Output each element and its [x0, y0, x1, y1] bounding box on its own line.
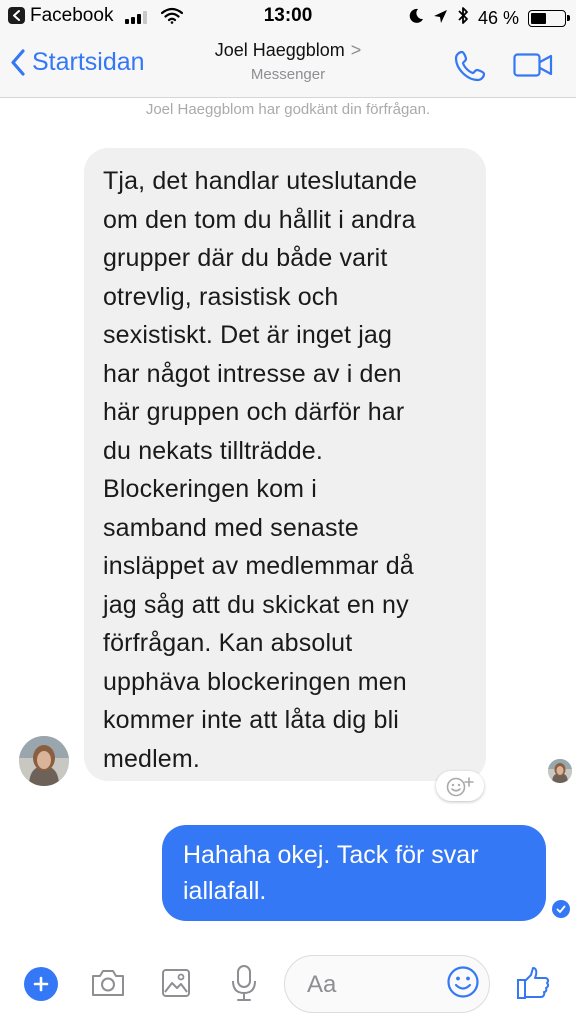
- more-actions-button[interactable]: [24, 967, 58, 1001]
- message-line: Blockeringen kom i: [103, 475, 317, 503]
- message-line: förfrågan. Kan absolut: [103, 629, 353, 657]
- do-not-disturb-icon: [408, 8, 424, 29]
- contact-name: Joel Haeggblom: [214, 40, 345, 60]
- phone-icon[interactable]: [453, 49, 487, 88]
- seen-avatar: [548, 759, 572, 783]
- add-reaction-icon: [446, 777, 474, 797]
- message-line: upphäva blockeringen men: [103, 667, 407, 696]
- system-note: Joel Haeggblom har godkänt din förfrågan…: [145, 101, 431, 118]
- message-line: otrevlig, rasistisk och: [103, 282, 339, 311]
- microphone-icon[interactable]: [230, 964, 258, 1007]
- chevron-left-icon: [11, 49, 25, 76]
- plus-icon: [33, 976, 49, 992]
- conversation-subtitle: Messenger: [250, 66, 326, 83]
- navigation-bar: Startsidan Joel Haeggblom > Messenger: [0, 32, 576, 98]
- outgoing-message-bubble[interactable]: Hahaha okej. Tack för svar iallafall.: [162, 825, 546, 921]
- back-button-label: Startsidan: [32, 48, 145, 76]
- message-line: grupper där du både varit: [103, 244, 388, 272]
- image-icon[interactable]: [161, 968, 191, 1003]
- message-line: Hahaha okej. Tack för svar: [183, 841, 479, 869]
- chevron-right-icon: >: [350, 40, 362, 60]
- incoming-message-bubble[interactable]: Tja, det handlar uteslutande om den tom d…: [84, 148, 486, 781]
- message-line: om den tom du hållit i andra: [103, 205, 416, 234]
- video-camera-icon[interactable]: [513, 53, 553, 82]
- message-input[interactable]: [307, 970, 427, 1000]
- message-line: Tja, det handlar uteslutande: [103, 167, 418, 195]
- message-line: sexistiskt. Det är inget jag: [103, 321, 393, 349]
- message-line: iallafall.: [183, 877, 267, 905]
- message-line: medlem.: [103, 744, 200, 773]
- message-line: har något intresse av i den: [103, 359, 402, 388]
- thumbs-up-icon[interactable]: [516, 966, 550, 1005]
- message-line: jag såg att du skickat en ny: [103, 590, 409, 619]
- battery-percent: 46 %: [477, 7, 519, 28]
- contact-avatar[interactable]: [19, 736, 69, 786]
- conversation-title[interactable]: Joel Haeggblom > Messenger: [150, 40, 426, 83]
- location-arrow-icon: [433, 8, 448, 29]
- add-reaction-button[interactable]: [436, 771, 484, 801]
- message-line: här gruppen och därför har: [103, 398, 405, 426]
- battery-icon: [528, 9, 570, 27]
- composer-bar: [0, 944, 576, 1024]
- message-line: samband med senaste: [103, 513, 359, 542]
- smiley-icon[interactable]: [446, 965, 480, 1004]
- camera-icon[interactable]: [90, 968, 126, 1003]
- battery-fill: [531, 12, 546, 24]
- back-button[interactable]: Startsidan: [10, 48, 145, 77]
- message-line: du nekats tillträdde.: [103, 436, 323, 465]
- bluetooth-icon: [457, 6, 469, 30]
- status-bar: Facebook 13:00 46 %: [0, 0, 576, 32]
- message-line: kommer inte att låta dig bli: [103, 706, 399, 734]
- status-right-group: 46 %: [408, 6, 570, 30]
- message-line: insläppet av medlemmar då: [103, 552, 414, 580]
- delivered-check-icon: [552, 900, 570, 918]
